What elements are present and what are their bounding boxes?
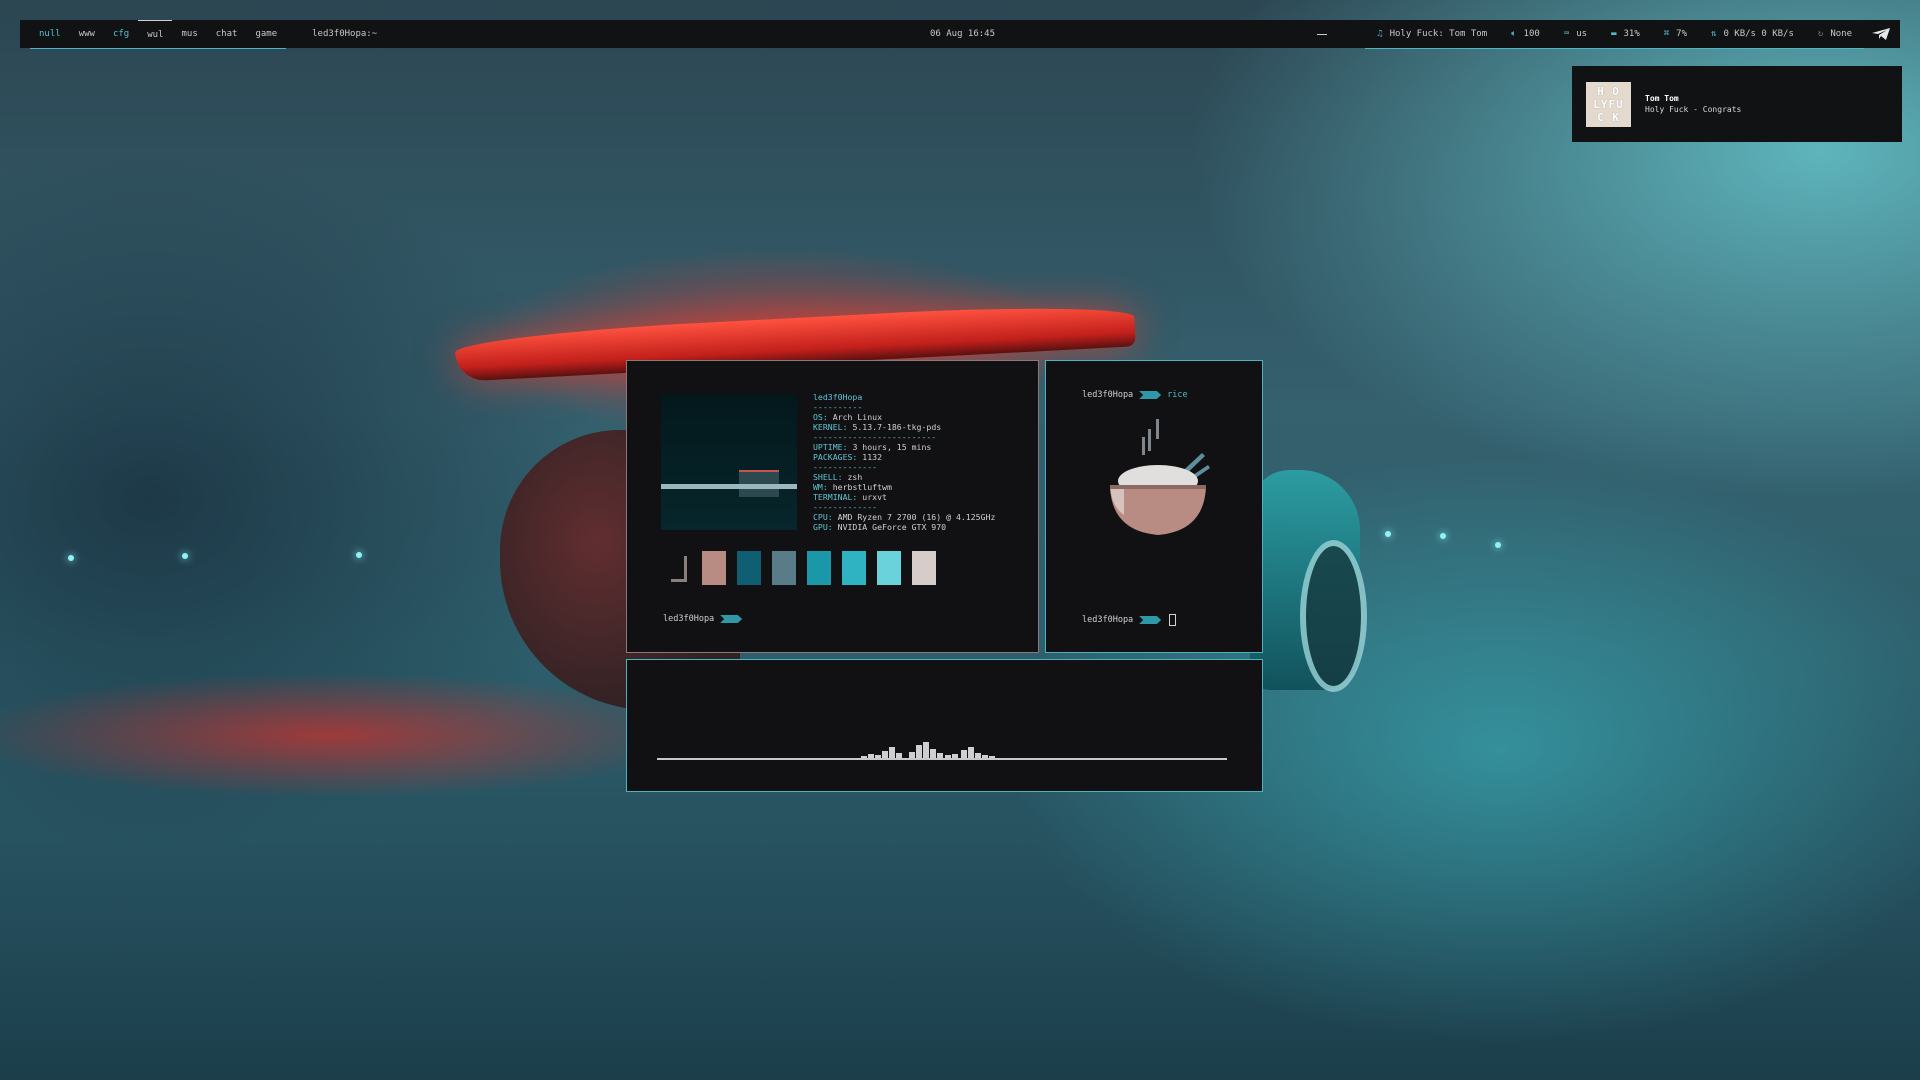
info-value: Arch Linux	[827, 412, 883, 422]
workspace-tag[interactable]: cfg	[104, 20, 138, 48]
shell-prompt-active[interactable]: led3f0Hopa	[1082, 614, 1177, 626]
info-key: GPU:	[813, 522, 833, 532]
volume-module[interactable]: 🔈︎ 100	[1499, 20, 1552, 49]
top-bar: null www cfg wul mus chat game led3f0Hop…	[20, 19, 1900, 49]
info-key: OS:	[813, 412, 828, 422]
visualizer-bars	[861, 742, 995, 759]
palette-swatch	[671, 556, 687, 582]
separator: -------------	[813, 502, 878, 512]
audio-visualizer-window[interactable]	[626, 659, 1263, 792]
music-module[interactable]: ♫ Holy Fuck: Tom Tom	[1365, 20, 1500, 49]
workspace-tag[interactable]: mus	[172, 20, 206, 48]
wallpaper-light	[1495, 542, 1501, 548]
fetch-terminal-window[interactable]: led3f0Hopa ---------- OS: Arch Linux KER…	[626, 360, 1039, 653]
notification-title: Tom Tom	[1645, 94, 1679, 103]
cpu-icon: ⌘	[1663, 28, 1670, 39]
rice-terminal-window[interactable]: led3f0Hopa rice led3f0Hopa	[1045, 360, 1263, 653]
shell-prompt: led3f0Hopa rice	[1082, 390, 1188, 400]
prompt-user: led3f0Hopa	[1082, 615, 1134, 625]
album-art: H O LYFU C K	[1586, 81, 1631, 127]
palette-swatch	[737, 551, 761, 585]
info-key: WM:	[813, 482, 828, 492]
wallpaper-light	[182, 553, 188, 559]
keyboard-layout: us	[1576, 28, 1588, 39]
visualizer-baseline	[657, 758, 1227, 760]
workspace-tag[interactable]: game	[246, 20, 286, 48]
wallpaper-light	[68, 555, 74, 561]
cpu-value: 7%	[1676, 28, 1688, 39]
info-value: zsh	[842, 472, 863, 482]
keyboard-module[interactable]: ⌨ us	[1551, 20, 1600, 49]
info-key: CPU:	[813, 512, 833, 522]
palette-swatch	[772, 551, 796, 585]
memory-module: ▬ 31%	[1599, 20, 1652, 49]
info-key: KERNEL:	[813, 422, 848, 432]
palette-swatch	[842, 551, 866, 585]
info-value: AMD Ryzen 7 2700 (16) @ 4.125GHz	[832, 512, 996, 522]
focused-window-title: led3f0Hopa:~	[312, 29, 378, 39]
memory-icon: ▬	[1611, 28, 1617, 39]
prompt-arrow-icon	[1139, 391, 1162, 399]
telegram-icon[interactable]	[1872, 28, 1890, 40]
wallpaper-car-wheel	[1300, 540, 1367, 692]
info-value: 1132	[857, 452, 883, 462]
music-notification[interactable]: H O LYFU C K Tom Tom Holy Fuck - Congrat…	[1572, 66, 1902, 142]
prompt-user: led3f0Hopa	[663, 614, 715, 624]
wallpaper-light	[1440, 533, 1446, 539]
info-value: 3 hours, 15 mins	[847, 442, 932, 452]
shell-prompt[interactable]: led3f0Hopa	[663, 614, 743, 624]
info-key: UPTIME:	[813, 442, 848, 452]
speaker-icon: 🔈︎	[1511, 28, 1517, 39]
fetch-user: led3f0Hopa	[813, 392, 863, 402]
palette-swatch	[807, 551, 831, 585]
music-now-playing: Holy Fuck: Tom Tom	[1389, 28, 1488, 39]
workspace-tag[interactable]: www	[70, 20, 104, 48]
info-value: 5.13.7-186-tkg-pds	[847, 422, 942, 432]
prompt-directory: rice	[1167, 390, 1188, 400]
prompt-arrow-icon	[1139, 616, 1162, 624]
updates-value: None	[1830, 28, 1852, 39]
cpu-module: ⌘ 7%	[1651, 20, 1700, 49]
keyboard-icon: ⌨	[1563, 28, 1570, 39]
status-modules: ♫ Holy Fuck: Tom Tom 🔈︎ 100 ⌨ us ▬ 31% ⌘…	[1317, 20, 1900, 49]
wallpaper-light	[1385, 531, 1391, 537]
refresh-icon: ↻	[1817, 28, 1824, 39]
palette-swatch	[702, 551, 726, 585]
separator: ----------	[813, 402, 863, 412]
network-module: ⇅ 0 KB/s 0 KB/s	[1699, 20, 1806, 49]
text-cursor	[1169, 614, 1177, 626]
prompt-user: led3f0Hopa	[1082, 390, 1134, 400]
memory-value: 31%	[1623, 28, 1640, 39]
info-key: PACKAGES:	[813, 452, 858, 462]
palette-swatch	[912, 551, 936, 585]
info-key: TERMINAL:	[813, 492, 858, 502]
info-value: herbstluftwm	[827, 482, 892, 492]
rice-bowl-icon	[1104, 419, 1224, 544]
info-value: urxvt	[857, 492, 887, 502]
wallpaper-light	[356, 552, 362, 558]
palette-swatch	[877, 551, 901, 585]
notification-body: Holy Fuck - Congrats	[1645, 105, 1742, 114]
network-icon: ⇅	[1711, 28, 1717, 39]
fetch-image	[661, 394, 797, 530]
music-note-icon: ♫	[1377, 28, 1383, 39]
separator: -------------	[813, 462, 878, 472]
workspace-tag-current[interactable]: wul	[138, 19, 173, 48]
separator: -------------------------	[813, 432, 937, 442]
system-info: led3f0Hopa ---------- OS: Arch Linux KER…	[813, 392, 995, 532]
minimize-icon[interactable]	[1317, 33, 1328, 35]
prompt-arrow-icon	[720, 615, 743, 623]
updates-module[interactable]: ↻ None	[1805, 20, 1864, 49]
workspace-tag[interactable]: chat	[207, 20, 247, 48]
network-value: 0 KB/s 0 KB/s	[1723, 28, 1794, 39]
workspace-list: null www cfg wul mus chat game	[30, 19, 287, 49]
workspace-tag[interactable]: null	[30, 20, 70, 48]
volume-value: 100	[1523, 28, 1540, 39]
clock[interactable]: 06 Aug 16:45	[930, 20, 995, 48]
info-key: SHELL:	[813, 472, 843, 482]
info-value: NVIDIA GeForce GTX 970	[832, 522, 947, 532]
